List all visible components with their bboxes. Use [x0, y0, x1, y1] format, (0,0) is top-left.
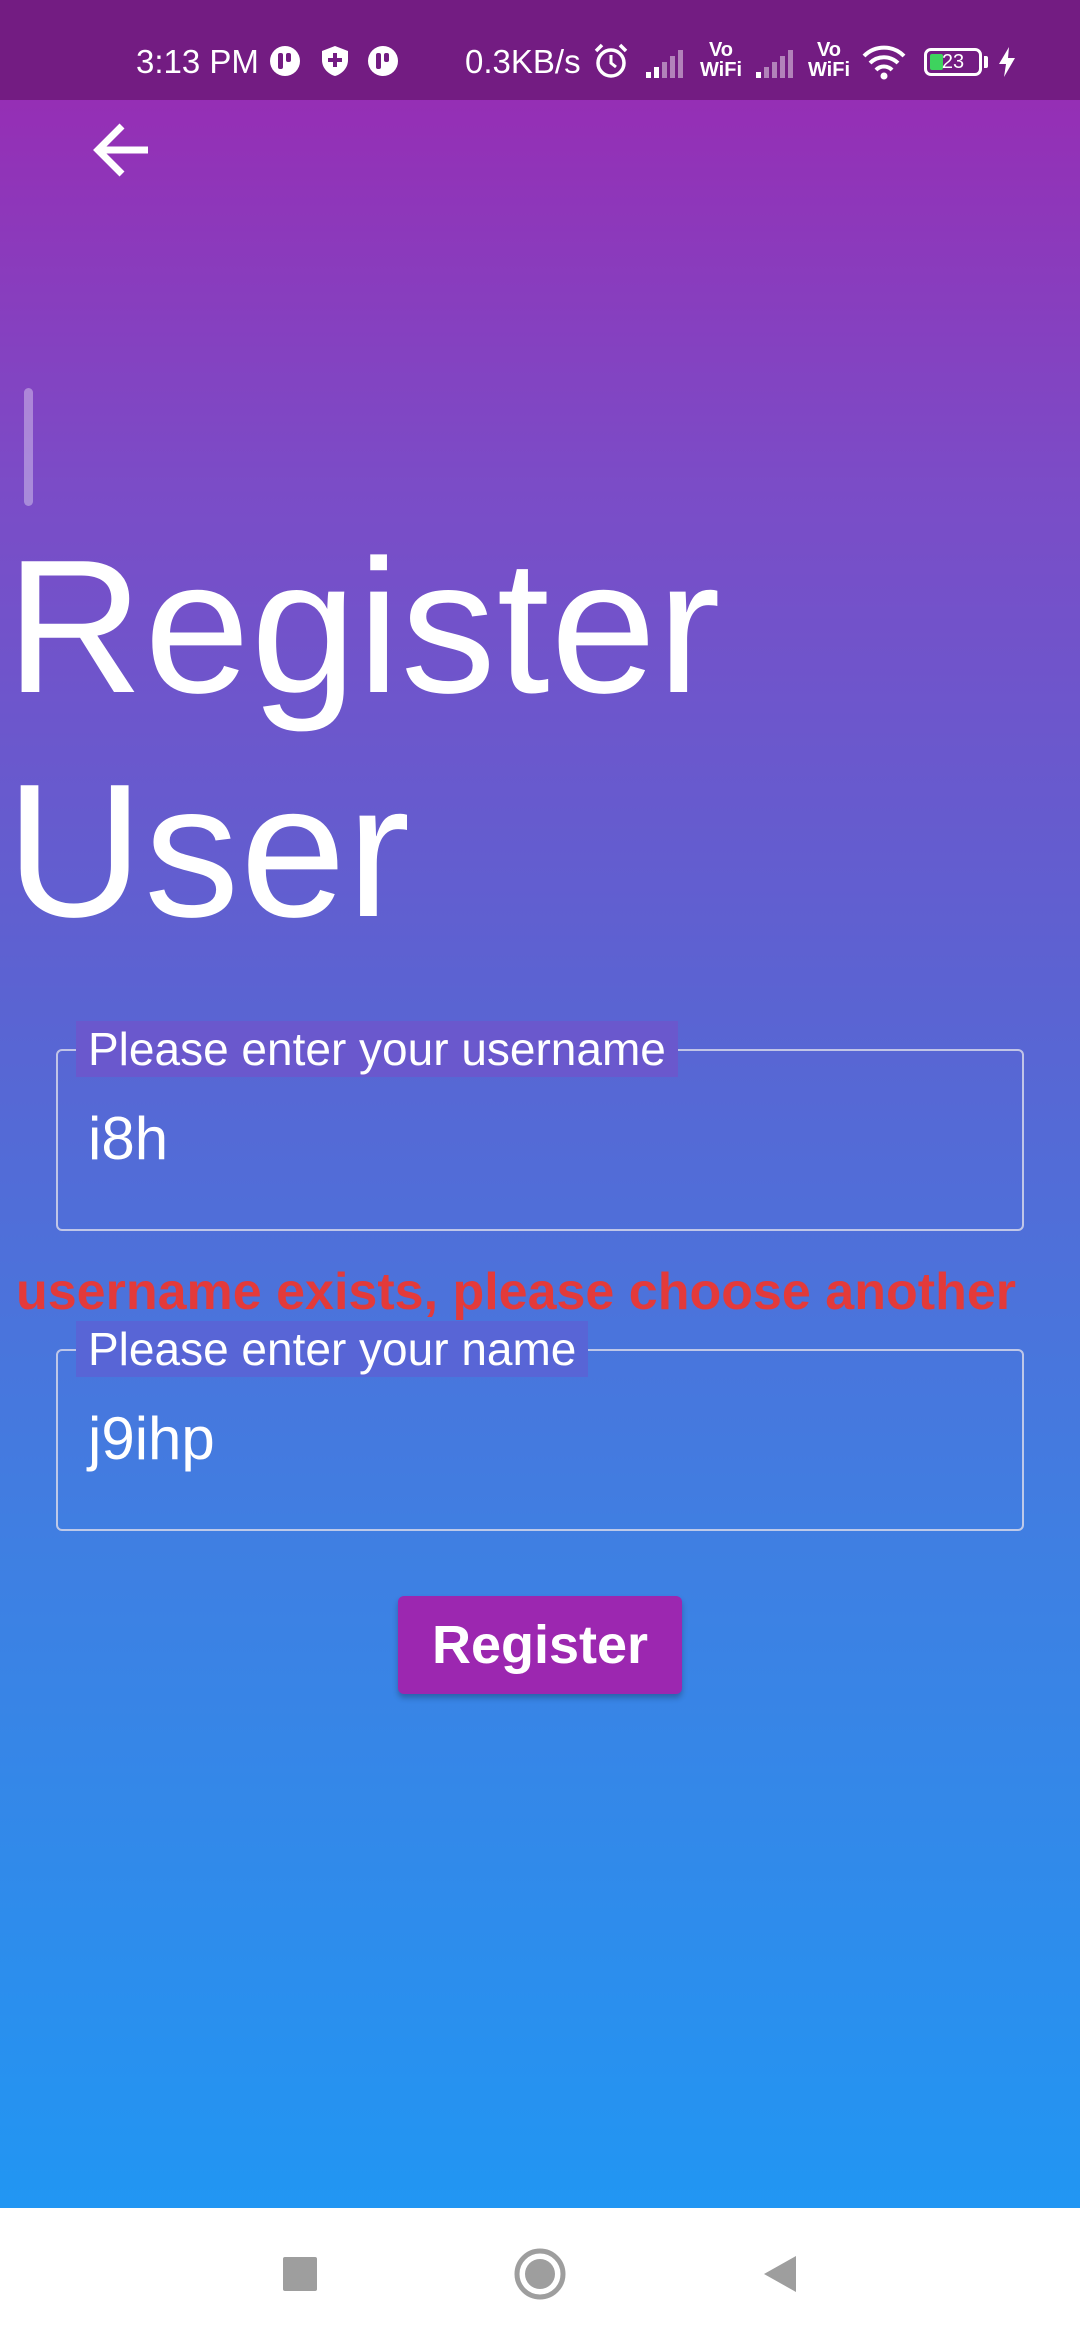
name-field[interactable]: Please enter your name j9ihp	[56, 1321, 1024, 1531]
system-nav-bar	[0, 2208, 1080, 2340]
status-bar: 3:13 PM 0.3KB/s Vo WiFi Vo WiFi 23	[0, 0, 1080, 100]
arrow-left-icon	[93, 123, 148, 177]
app-screen: 3:13 PM 0.3KB/s Vo WiFi Vo WiFi 23 Regis…	[0, 0, 1080, 2208]
battery-icon: 23	[924, 48, 982, 76]
username-error-message: username exists, please choose another	[16, 1263, 1016, 1321]
recents-square-icon	[283, 2257, 317, 2291]
page-title: Register User	[6, 515, 722, 963]
battery-level: 23	[941, 51, 965, 73]
network-speed: 0.3KB/s	[465, 43, 581, 80]
name-field-label: Please enter your name	[76, 1321, 589, 1377]
register-button[interactable]: Register	[398, 1596, 682, 1694]
app-notification-icon	[270, 46, 300, 76]
app-notification-icon	[368, 46, 398, 76]
alarm-icon	[594, 43, 628, 78]
back-nav-button[interactable]	[748, 2242, 812, 2306]
back-triangle-icon	[764, 2256, 796, 2292]
shield-icon	[322, 46, 348, 76]
accent-bar	[24, 388, 33, 506]
vowifi-label: Vo WiFi	[807, 39, 851, 81]
home-circle-icon	[514, 2248, 566, 2300]
back-button[interactable]	[84, 112, 160, 188]
status-time: 3:13 PM	[136, 43, 259, 80]
recents-button[interactable]	[268, 2242, 332, 2306]
username-field[interactable]: Please enter your username i8h	[56, 1021, 1024, 1231]
username-input[interactable]: i8h	[88, 1103, 168, 1175]
battery-tip	[984, 56, 988, 68]
vowifi-label: Vo WiFi	[699, 39, 743, 81]
name-input[interactable]: j9ihp	[88, 1403, 215, 1475]
charging-icon	[999, 47, 1015, 77]
page-title-line2: User	[6, 745, 412, 957]
signal-icon	[756, 50, 793, 78]
username-field-label: Please enter your username	[76, 1021, 678, 1077]
home-button[interactable]	[508, 2242, 572, 2306]
wifi-icon	[862, 45, 906, 80]
signal-icon	[646, 50, 683, 78]
page-title-line1: Register	[6, 521, 722, 733]
